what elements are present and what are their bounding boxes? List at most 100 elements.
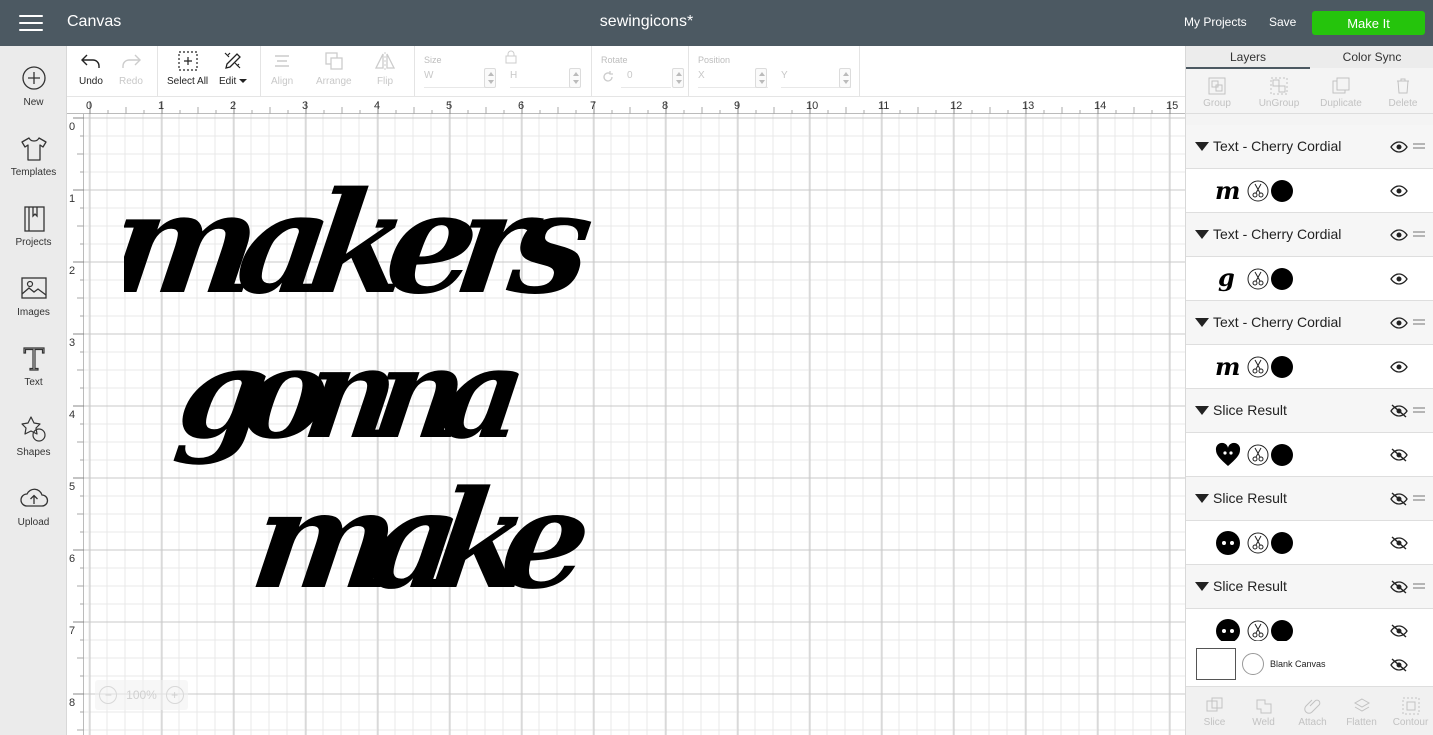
zoom-in-button[interactable]: +: [165, 686, 184, 704]
tab-layers[interactable]: Layers: [1186, 50, 1310, 64]
sidebar-item-templates[interactable]: Templates: [0, 134, 67, 190]
caret-down-icon[interactable]: [1195, 494, 1209, 503]
sidebar-item-label: New: [23, 97, 44, 108]
cut-operation-icon[interactable]: [1247, 356, 1269, 378]
design-canvas[interactable]: 0 1 2 3 4 5 6 7 8 9 10 11 12 13 14 15 012345678 makers …: [67, 97, 1185, 735]
tab-color-sync[interactable]: Color Sync: [1310, 50, 1433, 64]
arrange-menu-button[interactable]: Arrange: [316, 50, 352, 87]
blank-canvas-row[interactable]: Blank Canvas: [1186, 641, 1433, 687]
caret-down-icon[interactable]: [1195, 582, 1209, 591]
attach-button[interactable]: Attach: [1288, 697, 1337, 728]
save-button[interactable]: Save: [1269, 15, 1296, 29]
layer-group[interactable]: Text - Cherry Cordial: [1186, 125, 1433, 169]
ruler-label: 4: [374, 100, 380, 112]
layer-color-swatch[interactable]: [1271, 532, 1293, 554]
x-position-stepper[interactable]: [755, 68, 767, 88]
sidebar-item-text[interactable]: Text: [0, 344, 67, 400]
blank-canvas-color-swatch[interactable]: [1242, 653, 1264, 675]
weld-button[interactable]: Weld: [1239, 697, 1288, 728]
eye-hidden-icon[interactable]: [1390, 447, 1408, 463]
make-it-button[interactable]: Make It: [1312, 11, 1425, 35]
eye-hidden-icon[interactable]: [1390, 579, 1408, 595]
rotate-stepper[interactable]: [672, 68, 684, 88]
layer-group[interactable]: Slice Result: [1186, 389, 1433, 433]
caret-down-icon[interactable]: [1195, 142, 1209, 151]
layer-group[interactable]: Text - Cherry Cordial: [1186, 301, 1433, 345]
drag-handle-icon[interactable]: [1413, 583, 1425, 589]
cut-operation-icon[interactable]: [1247, 180, 1269, 202]
layer-group[interactable]: Slice Result: [1186, 565, 1433, 609]
drag-handle-icon[interactable]: [1413, 319, 1425, 325]
contour-button[interactable]: Contour: [1386, 697, 1433, 728]
flatten-button[interactable]: Flatten: [1337, 697, 1386, 728]
layer-item[interactable]: [1186, 433, 1433, 477]
drag-handle-icon[interactable]: [1413, 231, 1425, 237]
layer-color-swatch[interactable]: [1271, 180, 1293, 202]
layer-group[interactable]: Text - Cherry Cordial: [1186, 213, 1433, 257]
eye-icon[interactable]: [1390, 359, 1408, 375]
flip-menu-button[interactable]: Flip: [374, 50, 396, 87]
left-sidebar: New Templates Projects Images Text Shape…: [0, 46, 67, 735]
eye-hidden-icon[interactable]: [1390, 491, 1408, 507]
cut-operation-icon[interactable]: [1247, 444, 1269, 466]
design-line-make[interactable]: make: [243, 461, 600, 619]
drag-handle-icon[interactable]: [1413, 495, 1425, 501]
caret-down-icon[interactable]: [1195, 406, 1209, 415]
cut-operation-icon[interactable]: [1247, 532, 1269, 554]
layer-item[interactable]: [1186, 521, 1433, 565]
eye-hidden-icon[interactable]: [1390, 657, 1408, 673]
caret-down-icon[interactable]: [1195, 230, 1209, 239]
eye-hidden-icon[interactable]: [1390, 623, 1408, 639]
lock-icon[interactable]: [504, 50, 518, 64]
my-projects-link[interactable]: My Projects: [1184, 15, 1247, 29]
duplicate-button[interactable]: Duplicate: [1310, 77, 1372, 109]
sidebar-item-projects[interactable]: Projects: [0, 204, 67, 260]
caret-down-icon[interactable]: [1195, 318, 1209, 327]
layers-panel: Layers Color Sync Group UnGroup Duplicat…: [1185, 46, 1433, 735]
rotate-field[interactable]: 0: [621, 70, 671, 88]
align-menu-button[interactable]: Align: [271, 50, 293, 87]
sidebar-item-new[interactable]: New: [0, 64, 67, 120]
eye-icon[interactable]: [1390, 139, 1408, 155]
redo-button[interactable]: Redo: [119, 50, 143, 87]
layer-item[interactable]: m: [1186, 169, 1433, 213]
drag-handle-icon[interactable]: [1413, 143, 1425, 149]
y-position-stepper[interactable]: [839, 68, 851, 88]
layer-group[interactable]: Slice Result: [1186, 477, 1433, 521]
undo-button[interactable]: Undo: [79, 50, 103, 87]
group-button[interactable]: Group: [1186, 77, 1248, 109]
cut-operation-icon[interactable]: [1247, 268, 1269, 290]
edit-menu-button[interactable]: Edit: [219, 50, 248, 87]
sidebar-item-images[interactable]: Images: [0, 274, 67, 330]
design-line-gonna[interactable]: gonna: [170, 320, 536, 467]
layer-item[interactable]: m: [1186, 345, 1433, 389]
cut-operation-icon[interactable]: [1247, 620, 1269, 642]
slice-button[interactable]: Slice: [1190, 697, 1239, 728]
delete-button[interactable]: Delete: [1372, 77, 1433, 109]
zoom-out-button[interactable]: −: [99, 686, 118, 704]
layer-color-swatch[interactable]: [1271, 268, 1293, 290]
eye-icon[interactable]: [1390, 315, 1408, 331]
slice-label: Slice: [1203, 717, 1226, 728]
drag-handle-icon[interactable]: [1413, 407, 1425, 413]
eye-icon[interactable]: [1390, 227, 1408, 243]
design-text-artwork[interactable]: makers gonna make: [124, 152, 684, 632]
width-stepper[interactable]: [484, 68, 496, 88]
layer-color-swatch[interactable]: [1271, 620, 1293, 642]
redo-icon: [122, 54, 141, 68]
eye-icon[interactable]: [1390, 271, 1408, 287]
zoom-control: − 100% +: [95, 680, 188, 710]
eye-icon[interactable]: [1390, 183, 1408, 199]
layer-color-swatch[interactable]: [1271, 444, 1293, 466]
ungroup-button[interactable]: UnGroup: [1248, 77, 1310, 109]
layer-item[interactable]: g: [1186, 257, 1433, 301]
eye-hidden-icon[interactable]: [1390, 535, 1408, 551]
sidebar-item-shapes[interactable]: Shapes: [0, 414, 67, 470]
layer-color-swatch[interactable]: [1271, 356, 1293, 378]
select-all-button[interactable]: Select All: [167, 50, 208, 87]
design-line-makers[interactable]: makers: [124, 162, 603, 326]
sidebar-item-upload[interactable]: Upload: [0, 484, 67, 540]
eye-hidden-icon[interactable]: [1390, 403, 1408, 419]
slice-icon: [1206, 697, 1222, 712]
height-stepper[interactable]: [569, 68, 581, 88]
